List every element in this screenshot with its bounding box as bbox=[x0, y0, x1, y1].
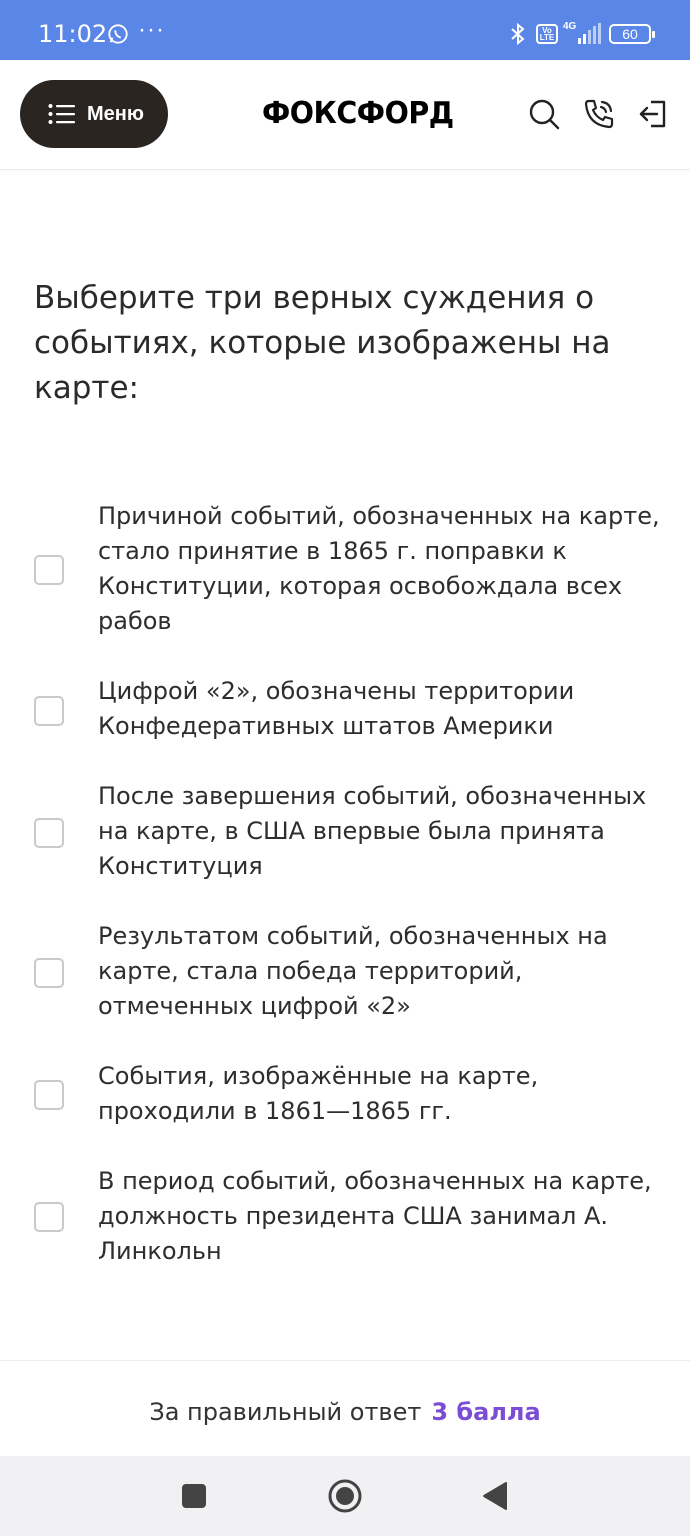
option-checkbox[interactable] bbox=[34, 818, 64, 848]
option-checkbox[interactable] bbox=[34, 1080, 64, 1110]
volte-icon: Vo LTE bbox=[536, 24, 558, 44]
whatsapp-icon bbox=[108, 24, 128, 44]
status-time: 11:02 bbox=[38, 20, 108, 48]
bluetooth-icon bbox=[511, 22, 525, 46]
question-text: Выберите три верных суждения о событиях,… bbox=[34, 280, 611, 406]
signal-icon bbox=[578, 23, 601, 44]
search-icon[interactable] bbox=[528, 98, 560, 130]
menu-icon bbox=[48, 104, 75, 124]
option-checkbox[interactable] bbox=[34, 555, 64, 585]
option-text: В период событий, обозначенных на карте,… bbox=[98, 1167, 652, 1265]
menu-label: Меню bbox=[87, 102, 144, 125]
option-checkbox[interactable] bbox=[34, 696, 64, 726]
recent-apps-icon[interactable] bbox=[176, 1478, 212, 1514]
score-footer: За правильный ответ 3 балла bbox=[0, 1360, 690, 1456]
option-text: События, изображённые на карте, проходил… bbox=[98, 1062, 539, 1125]
option-checkbox[interactable] bbox=[34, 958, 64, 988]
home-icon[interactable] bbox=[327, 1478, 363, 1514]
back-icon[interactable] bbox=[478, 1478, 514, 1514]
answer-option[interactable]: События, изображённые на карте, проходил… bbox=[34, 1059, 674, 1129]
answer-option[interactable]: Причиной событий, обозначенных на карте,… bbox=[34, 499, 674, 639]
foxford-logo[interactable]: ФОКСФОРД bbox=[262, 96, 454, 131]
system-nav-bar bbox=[0, 1456, 690, 1536]
phone-icon[interactable] bbox=[583, 98, 615, 130]
status-more-icon: ··· bbox=[138, 16, 165, 43]
logout-icon[interactable] bbox=[637, 98, 669, 130]
score-points: 3 балла bbox=[431, 1398, 541, 1426]
score-label: За правильный ответ bbox=[149, 1398, 422, 1426]
app-header: Меню ФОКСФОРД bbox=[0, 60, 690, 170]
battery-icon: 60 bbox=[609, 24, 655, 44]
answer-option[interactable]: После завершения событий, обозначенных н… bbox=[34, 779, 674, 884]
option-checkbox[interactable] bbox=[34, 1202, 64, 1232]
answer-option[interactable]: Цифрой «2», обозначены территории Конфед… bbox=[34, 674, 674, 744]
status-bar: 11:02 ··· Vo LTE 4G 60 bbox=[0, 0, 690, 60]
answer-option[interactable]: Результатом событий, обозначенных на кар… bbox=[34, 919, 674, 1024]
option-text: Результатом событий, обозначенных на кар… bbox=[98, 922, 608, 1020]
option-text: Причиной событий, обозначенных на карте,… bbox=[98, 502, 660, 635]
menu-button[interactable]: Меню bbox=[20, 80, 168, 148]
answer-option[interactable]: В период событий, обозначенных на карте,… bbox=[34, 1164, 674, 1269]
option-text: Цифрой «2», обозначены территории Конфед… bbox=[98, 677, 575, 740]
option-text: После завершения событий, обозначенных н… bbox=[98, 782, 647, 880]
